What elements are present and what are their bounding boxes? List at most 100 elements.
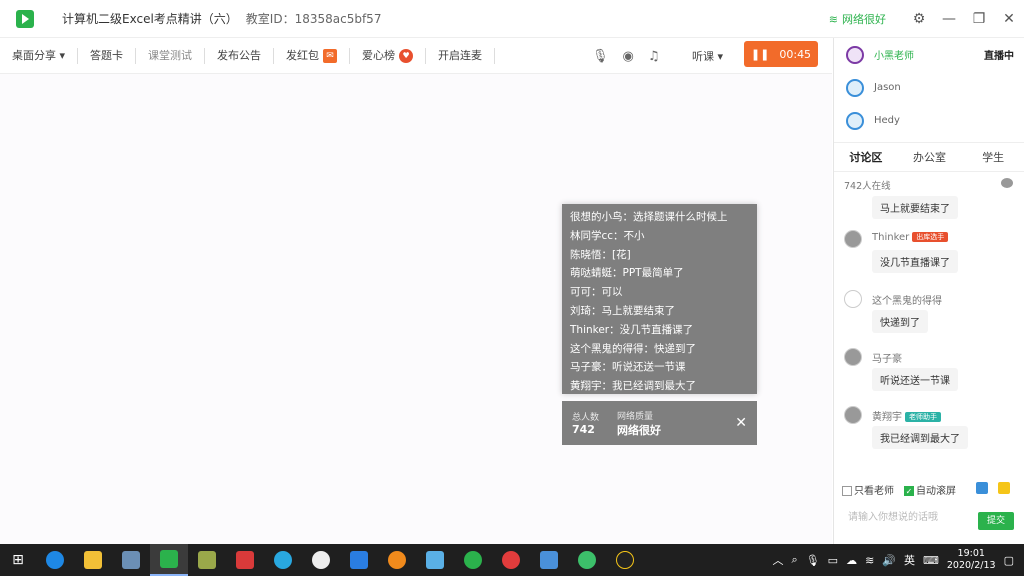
only-teacher-checkbox[interactable]: 只看老师 [842, 482, 894, 497]
chevron-up-icon[interactable]: ︿ [773, 552, 784, 568]
emoji-icon[interactable] [998, 482, 1010, 494]
taskbar-app-xmind[interactable] [226, 544, 264, 576]
red-packet-icon: ✉ [323, 48, 338, 63]
microphone-tray-icon[interactable]: 🎙 [806, 554, 820, 567]
desktop-share-button[interactable]: 桌面分享 ▾ [0, 47, 79, 64]
taskbar-app-qq[interactable] [606, 544, 644, 576]
start-mic-button[interactable]: 开启连麦 [426, 47, 496, 64]
user-tag-badge: 老师助手 [905, 412, 941, 422]
submit-button[interactable]: 提交 [978, 512, 1014, 530]
windows-taskbar: ⊞ ︿ ⌕ 🎙 ▭ ☁ ≋ 🔊 英 ⌨ 19:01 2020/2/13 ▢ [0, 544, 1024, 576]
overlay-chat-line: 林同学cc：不小 [570, 229, 645, 242]
user-tag-badge: 出库选手 [912, 232, 949, 242]
avatar [844, 290, 862, 308]
taskbar-app-classroom[interactable] [150, 544, 188, 576]
red-packet-button[interactable]: 发红包 ✉ [274, 47, 351, 64]
xmind-icon [236, 551, 254, 569]
avatar [846, 45, 864, 64]
chat-overlay: 很想的小鸟：选择题课什么时候上 林同学cc：不小 陈晓悟：[花] 萌哒蜻蜓：PPT最简… [562, 204, 757, 394]
auto-scroll-checkbox[interactable]: ✓ 自动滚屏 [904, 482, 956, 497]
taskbar-app-music[interactable] [492, 544, 530, 576]
edge-icon [46, 551, 64, 569]
taskbar-app-notes[interactable] [188, 544, 226, 576]
stats-box: 总人数 742 网络质量 网络很好 ✕ [562, 401, 757, 445]
windows-start-icon[interactable]: ⊞ [0, 544, 36, 576]
notes-icon [198, 551, 216, 569]
taskbar-app-star[interactable] [340, 544, 378, 576]
taskbar-app-link[interactable] [302, 544, 340, 576]
overlay-chat-line: Thinker：没几节直播课了 [570, 323, 694, 336]
sidebar-tabs: 讨论区 办公室 学生 [834, 142, 1024, 172]
green-app-icon [578, 551, 596, 569]
taskbar-app-edge[interactable] [36, 544, 74, 576]
chat-input[interactable]: 请输入你想说的话哦 [848, 508, 938, 523]
class-test-button[interactable]: 课堂测试 [136, 47, 206, 64]
qq-icon [616, 551, 634, 569]
notification-icon[interactable]: ▢ [1004, 554, 1014, 567]
minimize-button[interactable]: — [934, 11, 964, 27]
avatar [844, 230, 862, 248]
cloud-icon[interactable]: ☁ [846, 554, 857, 567]
tab-office[interactable]: 办公室 [898, 143, 962, 171]
live-badge: 直播中 [984, 51, 1014, 62]
listen-dropdown[interactable]: 听课 ▾ [692, 48, 723, 64]
wifi-tray-icon[interactable]: ≋ [865, 554, 874, 567]
overlay-chat-line: 马子豪：听说还送一节课 [570, 361, 686, 374]
classroom-app-icon [160, 550, 178, 568]
photo-icon [426, 551, 444, 569]
chat-options: 只看老师 ✓ 自动滚屏 [842, 482, 956, 497]
battery-icon[interactable]: ▭ [828, 554, 838, 567]
title-bar: 计算机二级Excel考点精讲（六） 教室ID：18358ac5bf57 ≋ 网络… [0, 0, 1024, 38]
input-language[interactable]: 英 [904, 552, 915, 568]
restore-button[interactable]: ❐ [964, 11, 994, 27]
heart-icon: ♥ [399, 48, 414, 63]
overlay-chat-line: 萌哒蜻蜓：PPT最简单了 [570, 267, 684, 280]
wechat-icon [464, 551, 482, 569]
close-icon[interactable]: ✕ [735, 415, 747, 431]
settings-gear-icon[interactable]: ⚙ [904, 11, 934, 27]
info-icon[interactable] [976, 482, 988, 494]
tab-students[interactable]: 学生 [961, 143, 1024, 171]
search-tray-icon[interactable]: ⌕ [792, 553, 798, 567]
answer-card-button[interactable]: 答题卡 [78, 47, 137, 64]
tab-discussion[interactable]: 讨论区 [834, 143, 898, 171]
music-icon[interactable]: ♫ [648, 49, 660, 64]
taskbar-app-search[interactable] [378, 544, 416, 576]
wifi-icon: ≋ [828, 12, 838, 26]
taskbar-app-explorer[interactable] [74, 544, 112, 576]
network-status: ≋ 网络很好 [828, 12, 886, 27]
teacher-item[interactable]: Jason [834, 71, 1024, 104]
message-list[interactable]: 马上就要结束了 Thinker 出库选手 没几节直播课了 这个黑鬼的得得 快递到了… [834, 196, 1024, 466]
pause-timer-button[interactable]: ❚❚ 00:45 [744, 41, 818, 67]
total-count: 总人数 742 [572, 413, 600, 436]
overlay-chat-line: 刘琦：马上就要结束了 [570, 304, 675, 317]
camera-icon[interactable]: ◉ [623, 49, 634, 64]
system-clock[interactable]: 19:01 2020/2/13 [947, 548, 996, 572]
avatar [846, 78, 864, 97]
teacher-item[interactable]: 小黑老师 直播中 [834, 38, 1024, 71]
app-logo-icon [16, 9, 34, 28]
keyboard-icon[interactable]: ⌨ [923, 554, 939, 567]
online-count: 742人在线 [844, 181, 891, 192]
love-board-button[interactable]: 爱心榜 ♥ [350, 47, 427, 64]
taskbar-app-photo[interactable] [416, 544, 454, 576]
announcement-button[interactable]: 发布公告 [205, 47, 275, 64]
link-icon [312, 551, 330, 569]
avatar [844, 406, 862, 424]
taskbar-app-monitor[interactable] [112, 544, 150, 576]
avatar [846, 111, 864, 130]
search-icon [388, 551, 406, 569]
chat-bubble-icon[interactable] [1001, 178, 1013, 188]
taskbar-app-browser[interactable] [264, 544, 302, 576]
close-button[interactable]: ✕ [994, 11, 1024, 27]
taskbar-app-wechat[interactable] [454, 544, 492, 576]
window-title: 计算机二级Excel考点精讲（六） [62, 12, 238, 26]
volume-icon[interactable]: 🔊 [882, 554, 896, 567]
overlay-chat-line: 黄翔宇：我已经调到最大了 [570, 380, 696, 393]
chat-tool-icons [976, 482, 1010, 494]
taskbar-app-green[interactable] [568, 544, 606, 576]
overlay-chat-line: 可可：可以 [570, 286, 623, 299]
microphone-icon[interactable]: 🎙 [592, 49, 609, 64]
teacher-item[interactable]: Hedy [834, 104, 1024, 137]
taskbar-app-tools[interactable] [530, 544, 568, 576]
